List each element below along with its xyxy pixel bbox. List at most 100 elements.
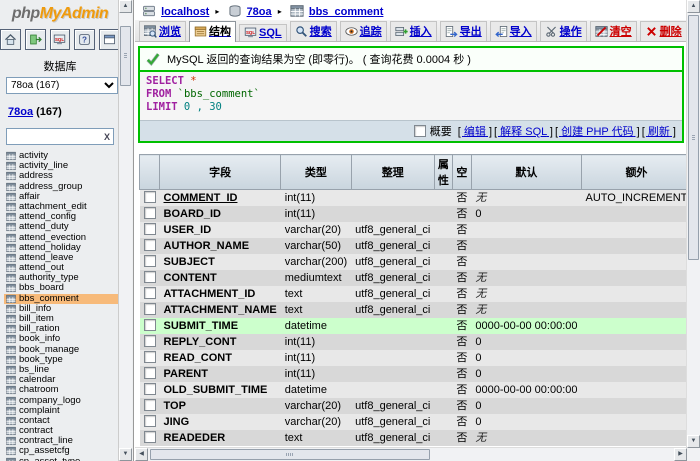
table-icon xyxy=(6,416,16,426)
sql-window-button[interactable] xyxy=(50,29,71,50)
breadcrumb-database-link[interactable]: 78oa xyxy=(247,6,272,18)
tab-插入[interactable]: 插入 xyxy=(390,21,437,41)
sql-link-编辑[interactable]: 编辑 xyxy=(458,126,492,138)
sidebar-table-attend_config[interactable]: attend_config xyxy=(4,212,120,222)
sidebar-table-cp_assetcfg[interactable]: cp_assetcfg xyxy=(4,446,120,456)
sidebar-table-company_logo[interactable]: company_logo xyxy=(4,396,120,406)
sql-link-解释 SQL[interactable]: 解释 SQL xyxy=(494,126,553,138)
tab-导出[interactable]: 导出 xyxy=(440,21,487,41)
sidebar-table-attend_out[interactable]: attend_out xyxy=(4,263,120,273)
sidebar-table-book_type[interactable]: book_type xyxy=(4,355,120,365)
breadcrumb-separator xyxy=(275,7,285,16)
scroll-down-arrow[interactable]: ▼ xyxy=(687,435,700,448)
sidebar-table-bill_item[interactable]: bill_item xyxy=(4,314,120,324)
tab-操作[interactable]: 操作 xyxy=(540,21,587,41)
sidebar-table-address[interactable]: address xyxy=(4,171,120,181)
tab-清空[interactable]: 清空 xyxy=(590,21,637,41)
table-name: contact xyxy=(19,416,50,426)
table-filter-input[interactable] xyxy=(7,130,101,143)
phpmyadmin-logo[interactable]: phpMyAdmin xyxy=(0,0,120,25)
row-checkbox[interactable] xyxy=(144,287,156,299)
sidebar-table-affair[interactable]: affair xyxy=(4,192,120,202)
tab-SQL[interactable]: SQL xyxy=(239,24,287,41)
sidebar-table-attend_leave[interactable]: attend_leave xyxy=(4,253,120,263)
sidebar-table-complaint[interactable]: complaint xyxy=(4,406,120,416)
sidebar-table-activity_line[interactable]: activity_line xyxy=(4,161,120,171)
sidebar-table-authority_type[interactable]: authority_type xyxy=(4,273,120,283)
sidebar-table-attend_duty[interactable]: attend_duty xyxy=(4,222,120,232)
database-select[interactable]: 78oa (167) xyxy=(6,77,118,94)
row-checkbox[interactable] xyxy=(144,383,156,395)
sidebar-table-book_info[interactable]: book_info xyxy=(4,334,120,344)
scroll-up-arrow[interactable]: ▲ xyxy=(119,0,132,13)
tab-浏览[interactable]: 浏览 xyxy=(139,21,186,41)
sidebar-table-attend_holiday[interactable]: attend_holiday xyxy=(4,243,120,253)
tab-删除[interactable]: 删除 xyxy=(640,21,687,41)
row-checkbox[interactable] xyxy=(144,223,156,235)
current-database-link[interactable]: 78oa xyxy=(8,106,33,118)
table-icon xyxy=(6,273,16,283)
structure-table: 字段类型整理属性空默认额外 COMMENT_IDint(11)否无AUTO_IN… xyxy=(139,154,687,446)
logout-button[interactable] xyxy=(25,29,46,50)
insert-icon xyxy=(395,25,408,38)
profiling-checkbox[interactable] xyxy=(414,125,426,137)
success-check-icon xyxy=(146,52,160,66)
sidebar-table-book_manage[interactable]: book_manage xyxy=(4,345,120,355)
sidebar-table-contract_line[interactable]: contract_line xyxy=(4,436,120,446)
sidebar-table-contract[interactable]: contract xyxy=(4,426,120,436)
main-horizontal-scrollbar[interactable]: ◀ ▶ xyxy=(135,447,687,461)
tab-追踪[interactable]: 追踪 xyxy=(340,21,387,41)
breadcrumb-table-link[interactable]: bbs_comment xyxy=(309,6,384,18)
sidebar-table-bill_ration[interactable]: bill_ration xyxy=(4,324,120,334)
scroll-down-arrow[interactable]: ▼ xyxy=(119,448,132,461)
row-checkbox[interactable] xyxy=(144,431,156,443)
scroll-left-arrow[interactable]: ◀ xyxy=(135,448,148,461)
row-checkbox[interactable] xyxy=(144,191,156,203)
scrollbar-thumb[interactable] xyxy=(120,26,131,86)
scroll-right-arrow[interactable]: ▶ xyxy=(674,448,687,461)
row-checkbox[interactable] xyxy=(144,255,156,267)
sidebar-table-attachment_edit[interactable]: attachment_edit xyxy=(4,202,120,212)
breadcrumb-server-link[interactable]: localhost xyxy=(161,6,209,18)
row-checkbox[interactable] xyxy=(144,319,156,331)
scrollbar-thumb[interactable] xyxy=(688,15,699,260)
row-checkbox[interactable] xyxy=(144,351,156,363)
sidebar-table-activity[interactable]: activity xyxy=(4,151,120,161)
docs-button[interactable] xyxy=(74,29,95,50)
row-checkbox[interactable] xyxy=(144,207,156,219)
sql-link-刷新[interactable]: 刷新 xyxy=(642,126,676,138)
row-checkbox[interactable] xyxy=(144,271,156,283)
scroll-up-arrow[interactable]: ▲ xyxy=(687,0,700,13)
sidebar-table-address_group[interactable]: address_group xyxy=(4,182,120,192)
tab-结构[interactable]: 结构 xyxy=(189,21,236,42)
row-checkbox[interactable] xyxy=(144,335,156,347)
sidebar-table-bill_info[interactable]: bill_info xyxy=(4,304,120,314)
sidebar-table-attend_evection[interactable]: attend_evection xyxy=(4,233,120,243)
row-checkbox[interactable] xyxy=(144,239,156,251)
sidebar-scrollbar[interactable]: ▲ ▼ xyxy=(118,0,132,461)
table-name: address_group xyxy=(19,182,82,192)
sidebar-table-bs_line[interactable]: bs_line xyxy=(4,365,120,375)
sidebar-table-bbs_board[interactable]: bbs_board xyxy=(4,283,120,293)
row-checkbox[interactable] xyxy=(144,367,156,379)
scrollbar-thumb[interactable] xyxy=(150,449,430,460)
row-checkbox[interactable] xyxy=(144,303,156,315)
row-checkbox[interactable] xyxy=(144,415,156,427)
sidebar-table-chatroom[interactable]: chatroom xyxy=(4,385,120,395)
home-button[interactable] xyxy=(0,29,21,50)
sidebar-table-contact[interactable]: contact xyxy=(4,416,120,426)
tab-搜索[interactable]: 搜索 xyxy=(290,21,337,41)
sidebar-table-calendar[interactable]: calendar xyxy=(4,375,120,385)
sidebar-table-bbs_comment[interactable]: bbs_comment xyxy=(4,294,120,304)
main-vertical-scrollbar[interactable]: ▲ ▼ xyxy=(686,0,700,448)
query-window-button[interactable] xyxy=(99,29,120,50)
row-checkbox[interactable] xyxy=(144,399,156,411)
filter-clear-button[interactable]: X xyxy=(101,132,113,142)
field-row-BOARD_ID: BOARD_IDint(11)否0 xyxy=(140,206,688,222)
tab-导入[interactable]: 导入 xyxy=(490,21,537,41)
sidebar-table-cp_asset_type[interactable]: cp_asset_type xyxy=(4,457,120,461)
sql-link-创建 PHP 代码[interactable]: 创建 PHP 代码 xyxy=(555,126,640,138)
table-icon xyxy=(6,355,16,365)
column-header: 额外 xyxy=(582,155,688,190)
field-row-ATTACHMENT_NAME: ATTACHMENT_NAMEtextutf8_general_ci否无 xyxy=(140,302,688,318)
